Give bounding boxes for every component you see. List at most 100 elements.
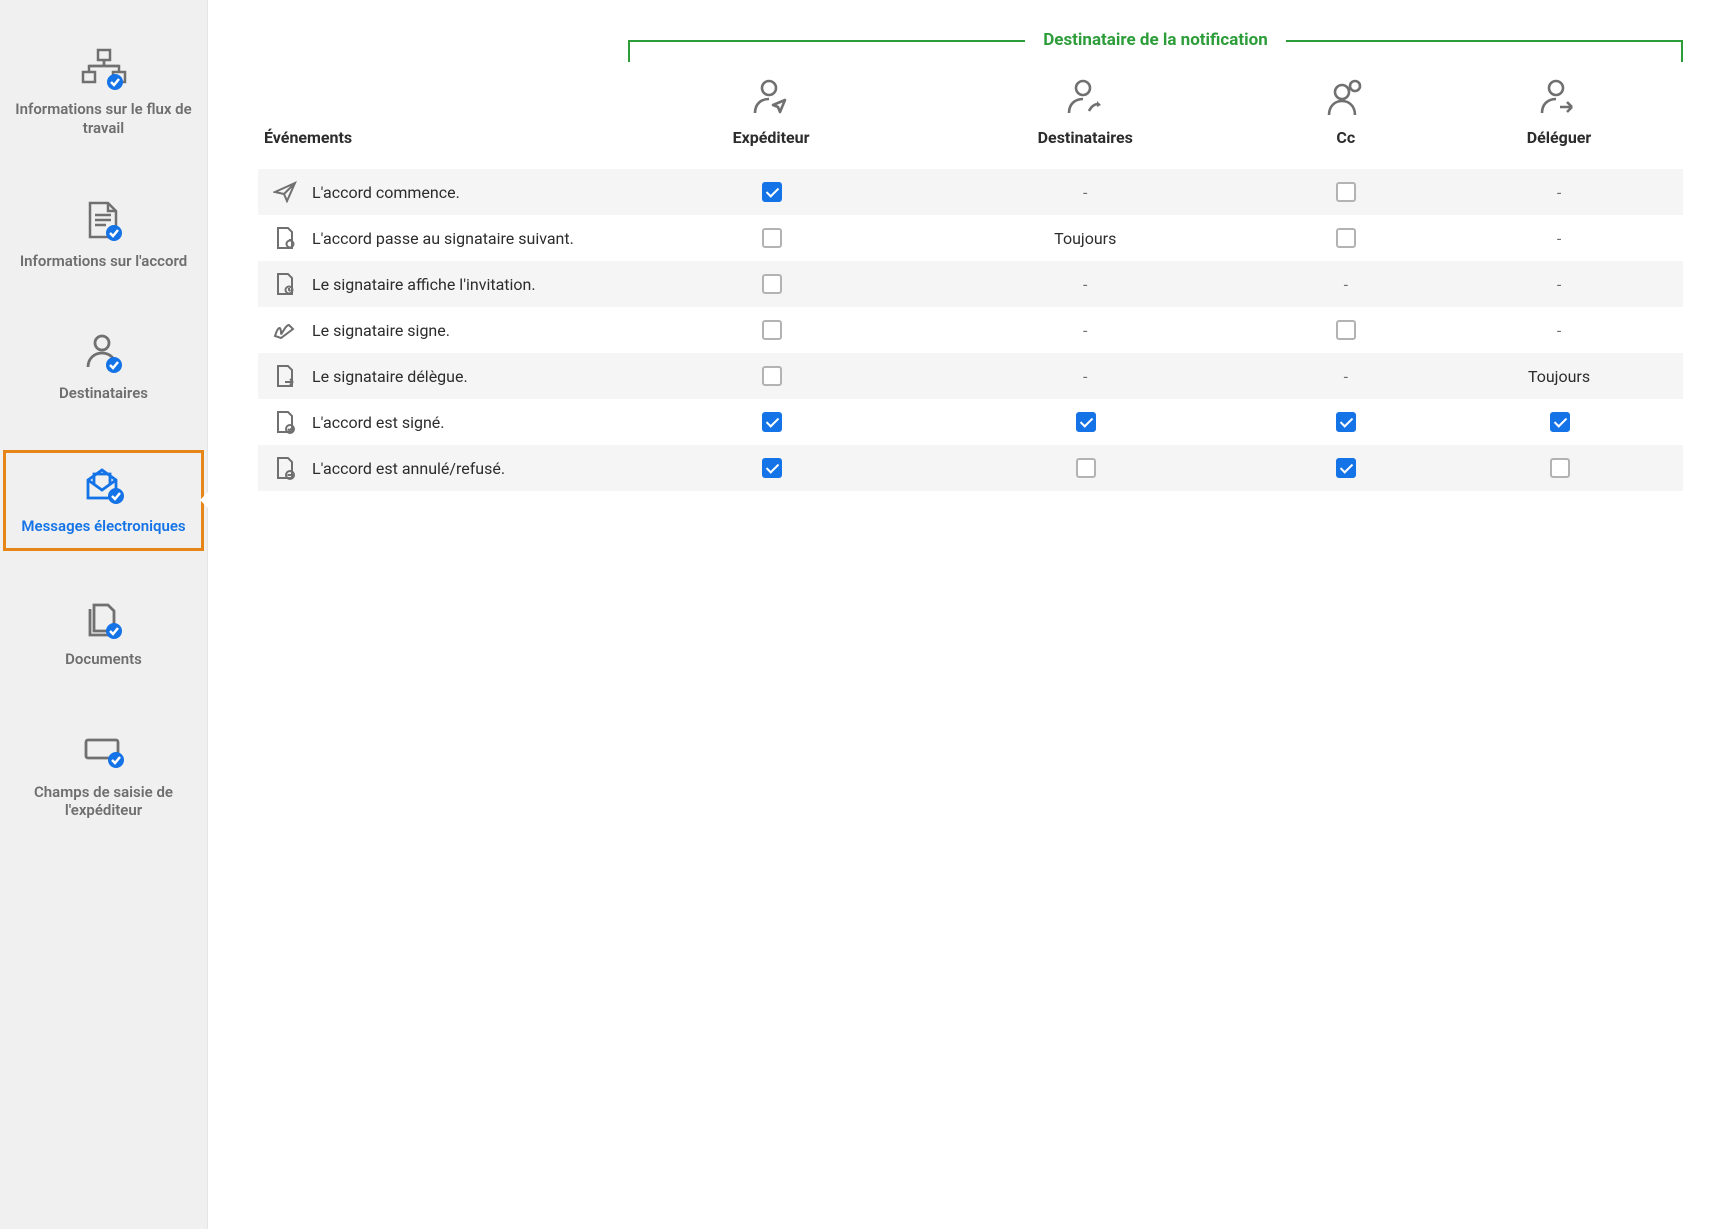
cell: - [914, 169, 1256, 215]
notification-checkbox[interactable] [1336, 182, 1356, 202]
cell [1435, 399, 1683, 445]
cell [1435, 445, 1683, 491]
notification-checkbox[interactable] [1336, 458, 1356, 478]
notification-checkbox[interactable] [1550, 458, 1570, 478]
notification-checkbox[interactable] [1076, 412, 1096, 432]
view-icon [272, 272, 298, 296]
next-signer-icon [272, 226, 298, 250]
event-label: Le signataire signe. [312, 321, 450, 340]
signed-icon [272, 410, 298, 434]
event-label: Le signataire affiche l'invitation. [312, 275, 536, 294]
send-icon [272, 181, 298, 203]
event-label: L'accord passe au signataire suivant. [312, 229, 574, 248]
notification-checkbox[interactable] [762, 412, 782, 432]
notification-checkbox[interactable] [762, 228, 782, 248]
cell: Toujours [1435, 353, 1683, 399]
cell [1256, 307, 1435, 353]
notification-checkbox[interactable] [1336, 412, 1356, 432]
table-row: Le signataire signe. - - [258, 307, 1683, 353]
cell-text: - [1557, 183, 1561, 202]
cell [914, 399, 1256, 445]
table-row: L'accord est signé. [258, 399, 1683, 445]
notification-checkbox[interactable] [762, 458, 782, 478]
cell [628, 261, 914, 307]
cancelled-icon [272, 456, 298, 480]
sidebar-item-recipients[interactable]: Destinataires [0, 314, 207, 421]
cell-text: - [1083, 367, 1087, 386]
cell [1256, 169, 1435, 215]
person-icon [10, 328, 197, 378]
documents-icon [10, 594, 197, 644]
cell: - [914, 353, 1256, 399]
cell [628, 399, 914, 445]
notification-checkbox[interactable] [1336, 320, 1356, 340]
sidebar-item-label: Informations sur l'accord [10, 252, 197, 271]
delegate-icon [1443, 74, 1675, 122]
sidebar-item-label: Messages électroniques [10, 517, 197, 536]
notification-checkbox[interactable] [1550, 412, 1570, 432]
notification-checkbox[interactable] [762, 182, 782, 202]
table-row: L'accord est annulé/refusé. [258, 445, 1683, 491]
header-col-delegate: Déléguer [1435, 60, 1683, 169]
notification-checkbox[interactable] [1076, 458, 1096, 478]
cell-text: - [1083, 321, 1087, 340]
sidebar-item-workflow-info[interactable]: Informations sur le flux de travail [0, 30, 207, 156]
cell [628, 307, 914, 353]
cell: Toujours [914, 215, 1256, 261]
event-label: L'accord est annulé/refusé. [312, 459, 505, 478]
sidebar-item-documents[interactable]: Documents [0, 580, 207, 687]
input-field-icon [10, 727, 197, 777]
sender-icon [636, 74, 906, 122]
document-info-icon [10, 196, 197, 246]
event-label: L'accord commence. [312, 183, 460, 202]
table-row: Le signataire affiche l'invitation. - - - [258, 261, 1683, 307]
cell [1256, 445, 1435, 491]
cell: - [1256, 261, 1435, 307]
cell-text: Toujours [1528, 367, 1590, 386]
notification-checkbox[interactable] [1336, 228, 1356, 248]
cell-text: - [1557, 321, 1561, 340]
event-label: L'accord est signé. [312, 413, 444, 432]
cell: - [1435, 307, 1683, 353]
email-icon [10, 461, 197, 511]
cell [1256, 399, 1435, 445]
event-cell: Le signataire signe. [258, 307, 628, 353]
notifications-table: Événements Expéditeur Destinataires [258, 60, 1683, 491]
cell: - [1435, 169, 1683, 215]
event-cell: L'accord est signé. [258, 399, 628, 445]
event-cell: L'accord est annulé/refusé. [258, 445, 628, 491]
table-row: Le signataire délègue. - - Toujours [258, 353, 1683, 399]
recipients-icon [922, 74, 1248, 122]
delegate-icon [272, 364, 298, 388]
sidebar-item-label: Champs de saisie de l'expéditeur [10, 783, 197, 821]
cell: - [914, 307, 1256, 353]
cell-text: - [1344, 275, 1348, 294]
sidebar: Informations sur le flux de travail Info… [0, 0, 208, 1229]
main-panel: Destinataire de la notification Événemen… [208, 0, 1723, 1229]
cell: - [1256, 353, 1435, 399]
notification-checkbox[interactable] [762, 320, 782, 340]
table-row: L'accord commence. - - [258, 169, 1683, 215]
event-cell: Le signataire délègue. [258, 353, 628, 399]
cell [628, 353, 914, 399]
sidebar-item-emails[interactable]: Messages électroniques [0, 447, 207, 554]
cell-text: - [1557, 275, 1561, 294]
sidebar-item-sender-fields[interactable]: Champs de saisie de l'expéditeur [0, 713, 207, 839]
notification-checkbox[interactable] [762, 274, 782, 294]
notification-checkbox[interactable] [762, 366, 782, 386]
event-cell: L'accord commence. [258, 169, 628, 215]
sidebar-item-label: Informations sur le flux de travail [10, 100, 197, 138]
event-cell: L'accord passe au signataire suivant. [258, 215, 628, 261]
sidebar-item-label: Documents [10, 650, 197, 669]
cell: - [914, 261, 1256, 307]
header-events: Événements [258, 60, 628, 169]
cell [628, 215, 914, 261]
cc-icon [1264, 74, 1427, 122]
sidebar-item-agreement-info[interactable]: Informations sur l'accord [0, 182, 207, 289]
cell [628, 445, 914, 491]
column-group-header: Destinataire de la notification [628, 40, 1683, 64]
cell-text: - [1557, 229, 1561, 248]
sign-icon [272, 320, 298, 340]
cell-text: - [1083, 275, 1087, 294]
cell-text: - [1344, 367, 1348, 386]
